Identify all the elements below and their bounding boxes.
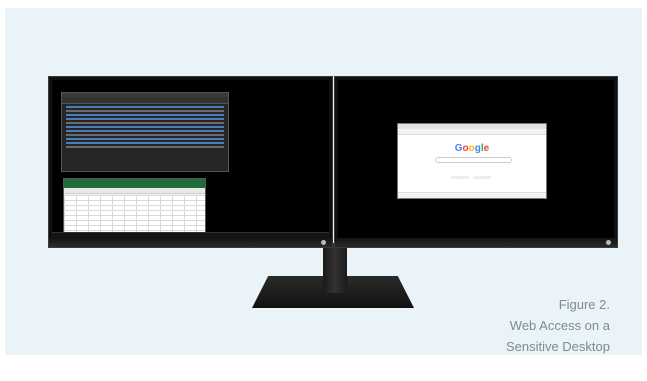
list-item [66,110,224,112]
figure-stage: Figure 2. Web Access on a Sensitive Desk… [0,0,647,381]
list-item [66,126,224,128]
left-monitor [48,76,333,248]
caption-line-2: Web Access on a [509,318,610,333]
window-ribbon [62,97,228,104]
right-monitor: Google [334,76,618,248]
message-list [62,106,228,148]
list-item [66,106,224,108]
figure-caption: Figure 2. Web Access on a Sensitive Desk… [506,294,610,357]
list-item [66,138,224,140]
left-monitor-bezel [49,238,332,247]
google-logo-letter: G [454,143,463,154]
browser-address-bar [398,129,546,135]
browser-window: Google [397,123,547,199]
list-item [66,114,224,116]
spreadsheet-ribbon [64,179,205,188]
google-logo-letter: e [483,143,490,154]
browser-footer [398,192,546,198]
email-client-window [61,92,229,172]
list-item [66,134,224,136]
power-button-icon [606,240,611,245]
search-button [451,176,469,179]
spreadsheet-toolbar [64,188,205,194]
search-input [435,157,512,163]
power-button-icon [321,240,326,245]
caption-line-3: Sensitive Desktop [505,339,610,354]
search-buttons [451,166,495,179]
caption-line-1: Figure 2. [558,297,610,312]
left-monitor-screen [52,80,329,238]
google-logo: Google [398,143,546,154]
lucky-button [473,176,491,179]
list-item [66,146,224,148]
monitor-stand-neck [323,243,347,293]
figure-panel: Figure 2. Web Access on a Sensitive Desk… [5,8,642,355]
list-item [66,142,224,144]
list-item [66,122,224,124]
spreadsheet-grid [64,195,205,233]
right-monitor-screen: Google [338,80,614,238]
spreadsheet-window [63,178,206,234]
right-monitor-bezel [335,238,617,247]
list-item [66,118,224,120]
list-item [66,130,224,132]
